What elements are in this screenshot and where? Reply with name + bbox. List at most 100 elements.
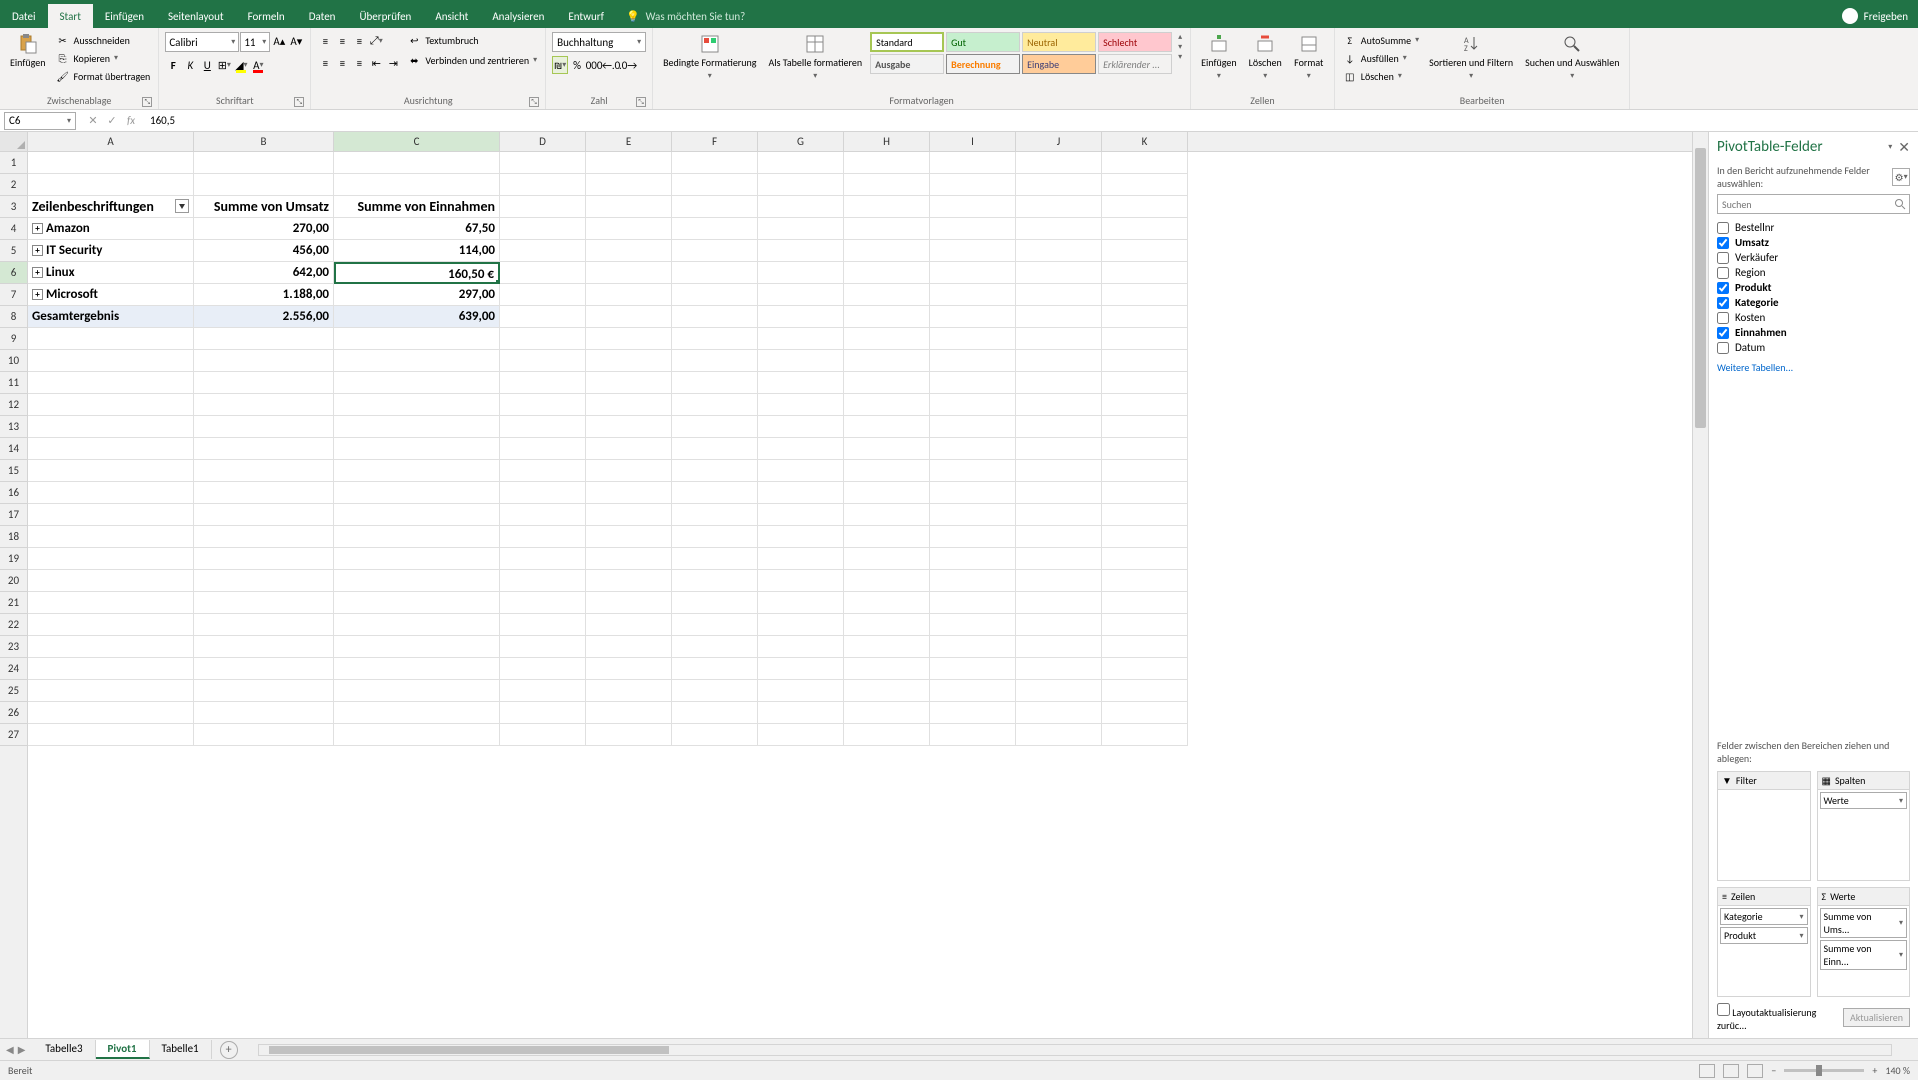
cell-A6[interactable]: +Linux xyxy=(28,262,194,284)
col-header-A[interactable]: A xyxy=(28,132,194,151)
cell-C4[interactable]: 67,50 xyxy=(334,218,500,240)
cell-F21[interactable] xyxy=(672,592,758,614)
cell-D1[interactable] xyxy=(500,152,586,174)
zoom-level[interactable]: 140 % xyxy=(1885,1064,1910,1077)
cell-K5[interactable] xyxy=(1102,240,1188,262)
cell-J7[interactable] xyxy=(1016,284,1102,306)
cell-G11[interactable] xyxy=(758,372,844,394)
cell-I3[interactable] xyxy=(930,196,1016,218)
cancel-formula-button[interactable]: ✕ xyxy=(84,112,102,130)
cell-H21[interactable] xyxy=(844,592,930,614)
cell-G7[interactable] xyxy=(758,284,844,306)
cell-H12[interactable] xyxy=(844,394,930,416)
cell-B8[interactable]: 2.556,00 xyxy=(194,306,334,328)
cell-J21[interactable] xyxy=(1016,592,1102,614)
cell-A5[interactable]: +IT Security xyxy=(28,240,194,262)
align-middle-button[interactable]: ≡ xyxy=(334,32,350,50)
cell-C5[interactable]: 114,00 xyxy=(334,240,500,262)
font-family-select[interactable]: Calibri▾ xyxy=(165,32,239,52)
row-header-26[interactable]: 26 xyxy=(0,702,27,724)
row-header-11[interactable]: 11 xyxy=(0,372,27,394)
cell-J10[interactable] xyxy=(1016,350,1102,372)
row-header-18[interactable]: 18 xyxy=(0,526,27,548)
cell-A21[interactable] xyxy=(28,592,194,614)
col-header-D[interactable]: D xyxy=(500,132,586,151)
cell-K25[interactable] xyxy=(1102,680,1188,702)
cell-A13[interactable] xyxy=(28,416,194,438)
zoom-slider[interactable] xyxy=(1784,1069,1864,1072)
cell-H23[interactable] xyxy=(844,636,930,658)
underline-button[interactable]: U xyxy=(199,56,215,74)
cell-B13[interactable] xyxy=(194,416,334,438)
cell-I13[interactable] xyxy=(930,416,1016,438)
cell-G22[interactable] xyxy=(758,614,844,636)
zoom-out-button[interactable]: − xyxy=(1771,1064,1776,1077)
insert-function-button[interactable]: fx xyxy=(122,112,140,130)
cell-H6[interactable] xyxy=(844,262,930,284)
sheet-tab-tabelle3[interactable]: Tabelle3 xyxy=(33,1040,95,1059)
paste-button[interactable]: Einfügen xyxy=(6,32,50,71)
cell-H7[interactable] xyxy=(844,284,930,306)
cell-G27[interactable] xyxy=(758,724,844,746)
row-header-13[interactable]: 13 xyxy=(0,416,27,438)
cell-D19[interactable] xyxy=(500,548,586,570)
cell-I25[interactable] xyxy=(930,680,1016,702)
cell-F1[interactable] xyxy=(672,152,758,174)
cell-E16[interactable] xyxy=(586,482,672,504)
cell-D10[interactable] xyxy=(500,350,586,372)
sort-filter-button[interactable]: AZSortieren und Filtern▾ xyxy=(1425,32,1517,83)
page-break-view-button[interactable] xyxy=(1747,1064,1763,1078)
cell-F25[interactable] xyxy=(672,680,758,702)
cell-D22[interactable] xyxy=(500,614,586,636)
cell-G2[interactable] xyxy=(758,174,844,196)
cell-G1[interactable] xyxy=(758,152,844,174)
cell-K27[interactable] xyxy=(1102,724,1188,746)
cell-H3[interactable] xyxy=(844,196,930,218)
cell-E26[interactable] xyxy=(586,702,672,724)
cell-D13[interactable] xyxy=(500,416,586,438)
cell-B7[interactable]: 1.188,00 xyxy=(194,284,334,306)
cell-H24[interactable] xyxy=(844,658,930,680)
cell-J15[interactable] xyxy=(1016,460,1102,482)
cell-G10[interactable] xyxy=(758,350,844,372)
ribbon-tab-seitenlayout[interactable]: Seitenlayout xyxy=(156,4,236,28)
cell-A23[interactable] xyxy=(28,636,194,658)
cell-K24[interactable] xyxy=(1102,658,1188,680)
cell-G21[interactable] xyxy=(758,592,844,614)
style-berechnung[interactable]: Berechnung xyxy=(946,54,1020,74)
cell-B16[interactable] xyxy=(194,482,334,504)
close-panel-button[interactable]: ✕ xyxy=(1898,139,1910,156)
col-header-K[interactable]: K xyxy=(1102,132,1188,151)
field-kosten[interactable]: Kosten xyxy=(1717,310,1910,325)
row-header-16[interactable]: 16 xyxy=(0,482,27,504)
cell-A3[interactable]: Zeilenbeschriftungen xyxy=(28,196,194,218)
cell-F14[interactable] xyxy=(672,438,758,460)
cell-E24[interactable] xyxy=(586,658,672,680)
cell-I15[interactable] xyxy=(930,460,1016,482)
cell-E21[interactable] xyxy=(586,592,672,614)
ribbon-tab-daten[interactable]: Daten xyxy=(297,4,348,28)
col-header-H[interactable]: H xyxy=(844,132,930,151)
cell-H5[interactable] xyxy=(844,240,930,262)
copy-button[interactable]: ⎘Kopieren ▾ xyxy=(54,50,153,66)
cell-I2[interactable] xyxy=(930,174,1016,196)
cell-K9[interactable] xyxy=(1102,328,1188,350)
cell-A22[interactable] xyxy=(28,614,194,636)
cell-F6[interactable] xyxy=(672,262,758,284)
cell-C1[interactable] xyxy=(334,152,500,174)
format-as-table-button[interactable]: Als Tabelle formatieren▾ xyxy=(765,32,867,83)
expand-button[interactable]: + xyxy=(32,245,43,256)
cell-A10[interactable] xyxy=(28,350,194,372)
cell-C25[interactable] xyxy=(334,680,500,702)
more-tables-link[interactable]: Weitere Tabellen... xyxy=(1717,361,1910,374)
cell-I11[interactable] xyxy=(930,372,1016,394)
dialog-launcher[interactable]: ⤡ xyxy=(142,97,152,107)
row-header-6[interactable]: 6 xyxy=(0,262,27,284)
cell-J27[interactable] xyxy=(1016,724,1102,746)
cell-B20[interactable] xyxy=(194,570,334,592)
cell-I14[interactable] xyxy=(930,438,1016,460)
cell-I21[interactable] xyxy=(930,592,1016,614)
cell-D15[interactable] xyxy=(500,460,586,482)
cell-C16[interactable] xyxy=(334,482,500,504)
sheet-tab-pivot1[interactable]: Pivot1 xyxy=(96,1040,150,1059)
